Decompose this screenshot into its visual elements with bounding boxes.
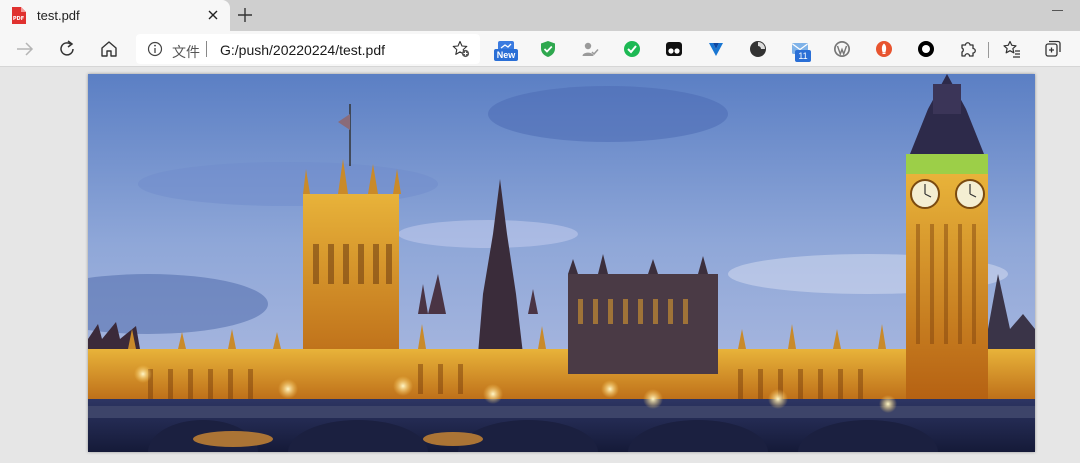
add-favorite-icon[interactable] [452, 40, 470, 58]
ring-extension-icon[interactable] [916, 39, 936, 59]
plus-icon[interactable] [237, 7, 253, 23]
refresh-icon[interactable] [57, 39, 77, 59]
tab-test-pdf[interactable]: PDF test.pdf [0, 0, 230, 31]
wordpress-extension-icon[interactable] [832, 39, 852, 59]
london-parliament-big-ben-night-photo [88, 74, 1035, 452]
new-badge: New [494, 49, 518, 61]
minimize-icon[interactable] [1052, 10, 1063, 11]
pdf-file-icon: PDF [12, 7, 26, 24]
mail-count-badge: 11 [795, 50, 811, 62]
circle-extension-icon[interactable] [748, 39, 768, 59]
tampermonkey-extension-icon[interactable] [664, 39, 684, 59]
green-check-extension-icon[interactable] [622, 39, 642, 59]
address-separator [206, 41, 207, 57]
rocket-extension-icon[interactable] [874, 39, 894, 59]
favorites-list-icon[interactable] [1002, 39, 1022, 59]
forward-arrow-icon[interactable] [15, 39, 35, 59]
user-check-extension-icon[interactable] [580, 39, 600, 59]
v-extension-icon[interactable] [706, 39, 726, 59]
pdf-page [88, 74, 1035, 452]
home-icon[interactable] [99, 39, 119, 59]
svg-text:PDF: PDF [13, 16, 24, 22]
tab-strip: PDF test.pdf [0, 0, 1080, 31]
address-scheme-label: 文件 [172, 44, 200, 60]
address-bar[interactable]: 文件 G:/push/20220224/test.pdf [136, 34, 480, 64]
pdf-viewer[interactable] [0, 68, 1080, 463]
address-url[interactable]: G:/push/20220224/test.pdf [220, 42, 385, 58]
shield-extension-icon[interactable] [538, 39, 558, 59]
toolbar-divider [988, 42, 989, 58]
browser-toolbar: 文件 G:/push/20220224/test.pdf [0, 31, 1080, 67]
puzzle-extensions-icon[interactable] [958, 39, 978, 59]
close-icon[interactable] [206, 8, 220, 22]
tab-title: test.pdf [37, 8, 80, 23]
info-icon[interactable] [147, 41, 163, 57]
collections-icon[interactable] [1043, 39, 1063, 59]
